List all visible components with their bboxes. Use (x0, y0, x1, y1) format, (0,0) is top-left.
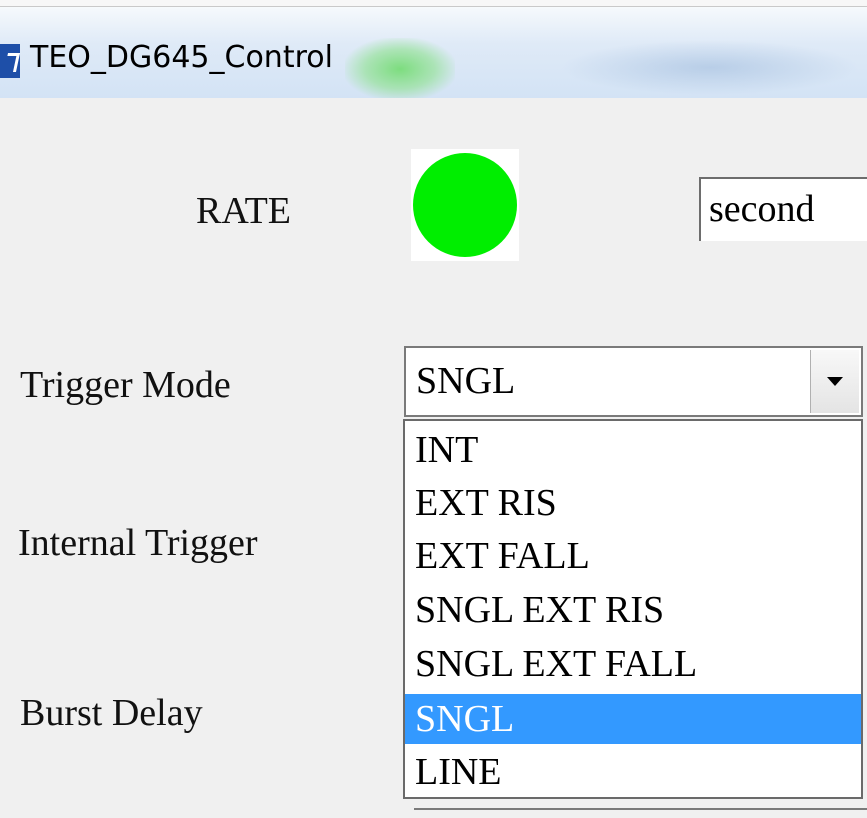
trigger-mode-dropdown-list[interactable]: INT EXT RIS EXT FALL SNGL EXT RIS SNGL E… (403, 419, 863, 799)
trigger-mode-label: Trigger Mode (20, 364, 231, 406)
title-bar-glow (345, 38, 455, 98)
rate-label: RATE (196, 190, 291, 232)
dropdown-option-ext-ris[interactable]: EXT RIS (405, 478, 861, 528)
rate-indicator-led (413, 153, 517, 257)
window-title: TEO_DG645_Control (30, 40, 333, 75)
title-bar-top-strip (0, 0, 867, 7)
dropdown-option-ext-fall[interactable]: EXT FALL (405, 531, 861, 581)
internal-trigger-label: Internal Trigger (18, 522, 258, 564)
burst-delay-label: Burst Delay (20, 692, 203, 734)
rate-unit-field[interactable]: second (699, 177, 867, 241)
trigger-mode-select[interactable]: SNGL (404, 346, 863, 417)
dropdown-option-int[interactable]: INT (405, 425, 861, 475)
title-bar-glow (560, 40, 860, 95)
hidden-control-edge (414, 808, 867, 810)
dropdown-option-line[interactable]: LINE (405, 747, 861, 797)
dropdown-option-sngl-ext-ris[interactable]: SNGL EXT RIS (405, 585, 861, 635)
chevron-down-icon[interactable] (810, 350, 859, 413)
dropdown-option-sngl[interactable]: SNGL (405, 694, 861, 744)
trigger-mode-selected-value: SNGL (416, 360, 516, 402)
dropdown-option-sngl-ext-fall[interactable]: SNGL EXT FALL (405, 639, 861, 689)
app-icon[interactable] (0, 44, 20, 78)
title-bar[interactable]: TEO_DG645_Control (0, 0, 867, 98)
